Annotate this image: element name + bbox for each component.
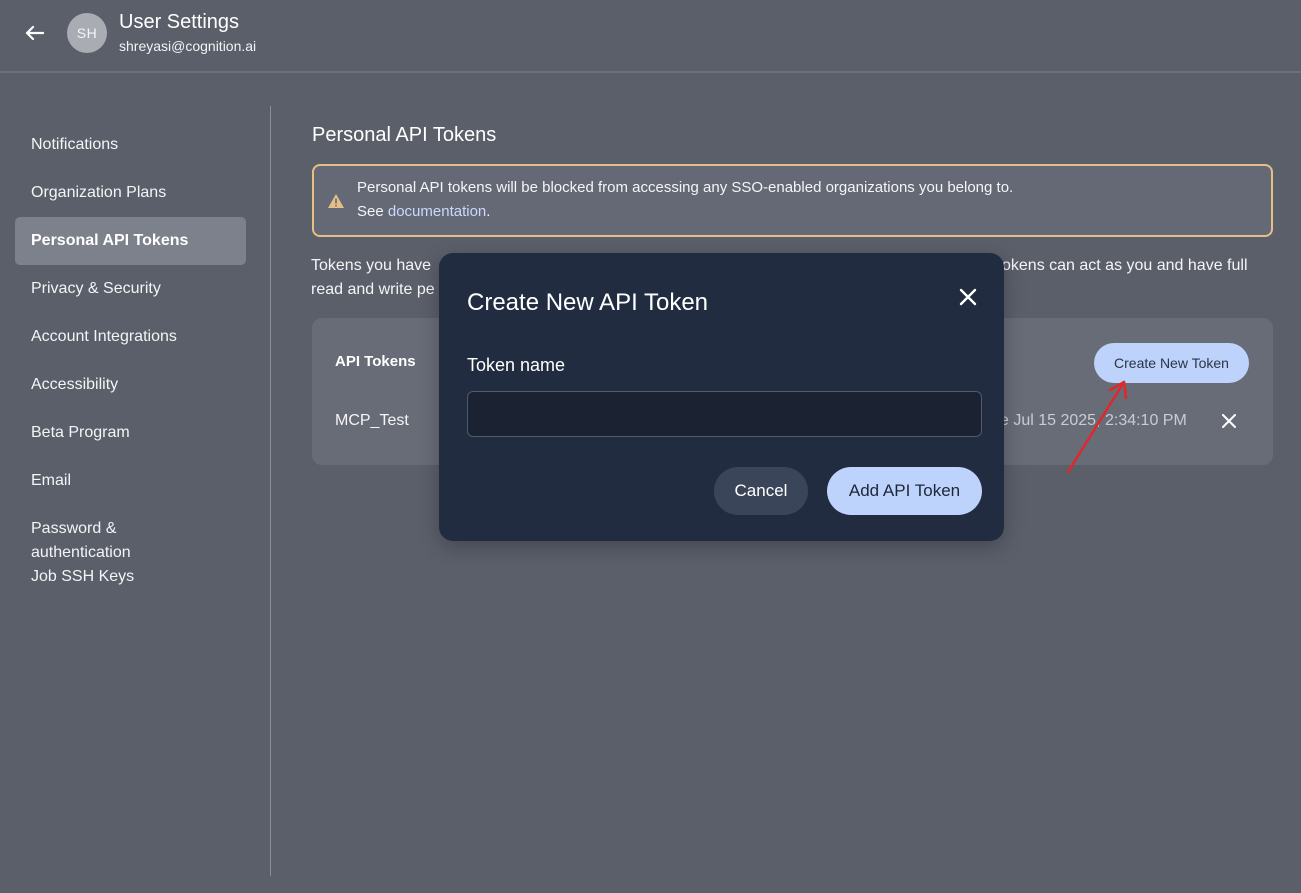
warning-text: Personal API tokens will be blocked from… xyxy=(357,179,1014,196)
api-tokens-heading: API Tokens xyxy=(335,353,416,370)
close-icon xyxy=(959,288,977,306)
warning-text-line2: See documentation. xyxy=(357,203,490,220)
settings-sidebar: Notifications Organization Plans Persona… xyxy=(15,121,246,589)
back-button[interactable] xyxy=(20,20,48,46)
user-email: shreyasi@cognition.ai xyxy=(119,38,257,54)
sidebar-item-notifications[interactable]: Notifications xyxy=(15,121,246,169)
avatar: SH xyxy=(67,13,107,53)
close-icon xyxy=(1222,414,1236,428)
token-name-input[interactable] xyxy=(467,391,982,437)
create-token-modal: Create New API Token Token name Cancel A… xyxy=(439,253,1004,541)
add-api-token-button[interactable]: Add API Token xyxy=(827,467,982,515)
warning-triangle-icon xyxy=(328,194,344,208)
sidebar-item-accessibility[interactable]: Accessibility xyxy=(15,361,246,409)
top-header: SH User Settings shreyasi@cognition.ai xyxy=(0,0,1301,73)
token-name-label: Token name xyxy=(467,355,566,375)
sidebar-divider xyxy=(270,106,271,876)
modal-title: Create New API Token xyxy=(467,289,709,316)
delete-token-button[interactable] xyxy=(1218,410,1240,432)
sidebar-item-account-integrations[interactable]: Account Integrations xyxy=(15,313,246,361)
sidebar-item-organization-plans[interactable]: Organization Plans xyxy=(15,169,246,217)
warning-period: . xyxy=(486,203,491,220)
sidebar-item-job-ssh-keys[interactable]: Job SSH Keys xyxy=(15,565,246,589)
annotation-arrow-icon xyxy=(1066,380,1128,474)
arrow-left-icon xyxy=(25,25,44,41)
cancel-button[interactable]: Cancel xyxy=(714,467,808,515)
sidebar-item-password-authentication[interactable]: Password & authentication xyxy=(15,505,165,565)
warning-see-text: See xyxy=(357,203,388,220)
section-title: Personal API Tokens xyxy=(312,124,497,146)
page-title: User Settings xyxy=(119,11,240,33)
sidebar-item-personal-api-tokens[interactable]: Personal API Tokens xyxy=(15,217,246,265)
modal-close-button[interactable] xyxy=(955,284,981,310)
documentation-link[interactable]: documentation xyxy=(388,203,486,220)
token-name: MCP_Test xyxy=(335,412,409,429)
sidebar-item-email[interactable]: Email xyxy=(15,457,246,505)
description-line1-end: okens can act as you and have full xyxy=(1002,257,1248,274)
sidebar-item-beta-program[interactable]: Beta Program xyxy=(15,409,246,457)
sso-warning-banner: Personal API tokens will be blocked from… xyxy=(312,164,1273,237)
sidebar-item-privacy-security[interactable]: Privacy & Security xyxy=(15,265,246,313)
